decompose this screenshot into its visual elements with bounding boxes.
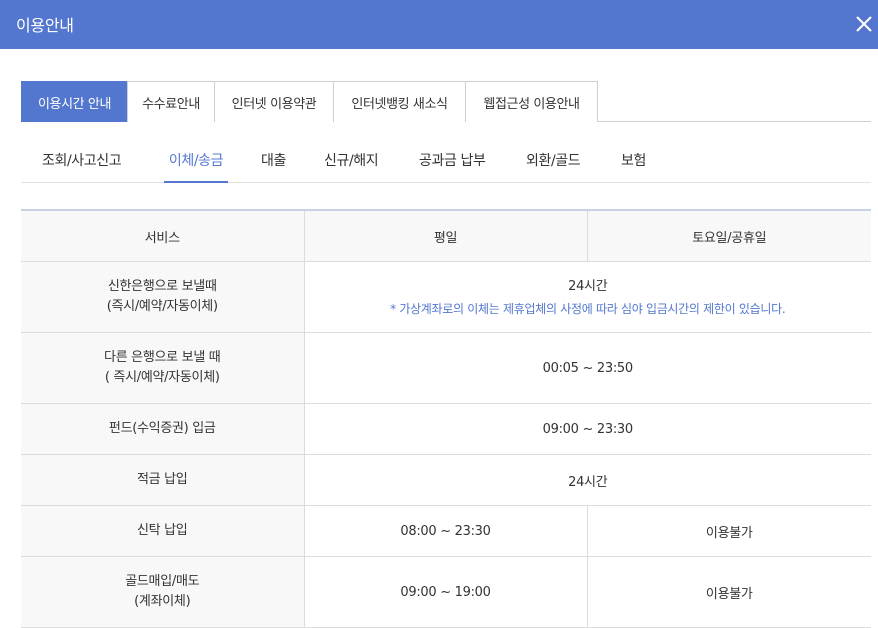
table-row: 신한은행으로 보낼때 (즉시/예약/자동이체) 24시간 * 가상계좌로의 이체… bbox=[21, 261, 871, 333]
modal-title: 이용안내 bbox=[16, 16, 74, 35]
column-header-service: 서비스 bbox=[21, 210, 304, 262]
column-header-weekday: 평일 bbox=[303, 210, 587, 262]
service-detail: ( 즉시/예약/자동이체) bbox=[104, 370, 220, 385]
subtab-fx-gold[interactable]: 외환/골드 bbox=[526, 150, 581, 182]
table-row: 골드매입/매도 (계좌이체) 09:00 ~ 19:00 이용불가 bbox=[21, 556, 871, 628]
service-name: 신탁 납입 bbox=[137, 523, 188, 538]
hours-cell: 24시간 * 가상계좌로의 이체는 제휴업체의 사정에 따라 심야 입금시간의 … bbox=[303, 261, 871, 333]
table-row: 적금 납입 24시간 bbox=[21, 454, 871, 506]
subtab-loan[interactable]: 대출 bbox=[261, 150, 286, 182]
hours-cell: 09:00 ~ 23:30 bbox=[303, 403, 871, 455]
table-row: 펀드(수익증권) 입금 09:00 ~ 23:30 bbox=[21, 403, 871, 455]
service-cell: 신한은행으로 보낼때 (즉시/예약/자동이체) bbox=[21, 261, 304, 333]
service-detail: (계좌이체) bbox=[134, 594, 191, 609]
service-name: 신한은행으로 보낼때 bbox=[107, 279, 217, 294]
tab-news[interactable]: 인터넷뱅킹 새소식 bbox=[333, 81, 466, 122]
service-cell: 펀드(수익증권) 입금 bbox=[21, 403, 304, 455]
subtab-inquiry[interactable]: 조회/사고신고 bbox=[42, 150, 122, 182]
table-row: 다른 은행으로 보낼 때 ( 즉시/예약/자동이체) 00:05 ~ 23:50 bbox=[21, 332, 871, 404]
weekday-hours-cell: 09:00 ~ 19:00 bbox=[303, 556, 587, 628]
service-detail: (즉시/예약/자동이체) bbox=[106, 299, 218, 314]
tab-usage-hours[interactable]: 이용시간 안내 bbox=[21, 81, 128, 122]
hours-cell: 00:05 ~ 23:50 bbox=[303, 332, 871, 404]
service-cell: 신탁 납입 bbox=[21, 505, 304, 557]
weekday-hours-cell: 08:00 ~ 23:30 bbox=[303, 505, 587, 557]
service-name: 적금 납입 bbox=[137, 472, 188, 487]
weekend-hours-cell: 이용불가 bbox=[586, 505, 871, 557]
service-name: 다른 은행으로 보낼 때 bbox=[104, 350, 221, 365]
subtab-open-close[interactable]: 신규/해지 bbox=[324, 150, 379, 182]
subtab-transfer[interactable]: 이체/송금 bbox=[164, 150, 228, 183]
service-name: 펀드(수익증권) 입금 bbox=[108, 421, 216, 436]
service-cell: 골드매입/매도 (계좌이체) bbox=[21, 556, 304, 628]
main-tabs: 이용시간 안내 수수료안내 인터넷 이용약관 인터넷뱅킹 새소식 웹접근성 이용… bbox=[21, 81, 871, 122]
table-header-row: 서비스 평일 토요일/공휴일 bbox=[21, 210, 871, 262]
sub-tabs: 조회/사고신고 이체/송금 대출 신규/해지 공과금 납부 외환/골드 보험 bbox=[21, 142, 871, 183]
table-row: 신탁 납입 08:00 ~ 23:30 이용불가 bbox=[21, 505, 871, 557]
subtab-utility-payment[interactable]: 공과금 납부 bbox=[419, 150, 486, 182]
tab-accessibility[interactable]: 웹접근성 이용안내 bbox=[465, 81, 598, 122]
service-cell: 다른 은행으로 보낼 때 ( 즉시/예약/자동이체) bbox=[21, 332, 304, 404]
weekend-hours-cell: 이용불가 bbox=[586, 556, 871, 628]
tab-terms[interactable]: 인터넷 이용약관 bbox=[214, 81, 334, 122]
usage-hours-table: 서비스 평일 토요일/공휴일 신한은행으로 보낼때 (즉시/예약/자동이체) 2… bbox=[21, 209, 871, 628]
hours-cell: 24시간 bbox=[303, 454, 871, 506]
service-name: 골드매입/매도 bbox=[125, 574, 200, 589]
column-header-weekend: 토요일/공휴일 bbox=[586, 210, 871, 262]
modal-header: 이용안내 bbox=[0, 0, 878, 49]
service-cell: 적금 납입 bbox=[21, 454, 304, 506]
tab-fees[interactable]: 수수료안내 bbox=[127, 81, 215, 122]
virtual-account-note: * 가상계좌로의 이체는 제휴업체의 사정에 따라 심야 입금시간의 제한이 있… bbox=[390, 302, 786, 316]
subtab-insurance[interactable]: 보험 bbox=[621, 150, 646, 182]
close-icon[interactable] bbox=[853, 13, 875, 35]
hours-value: 24시간 bbox=[568, 279, 608, 294]
